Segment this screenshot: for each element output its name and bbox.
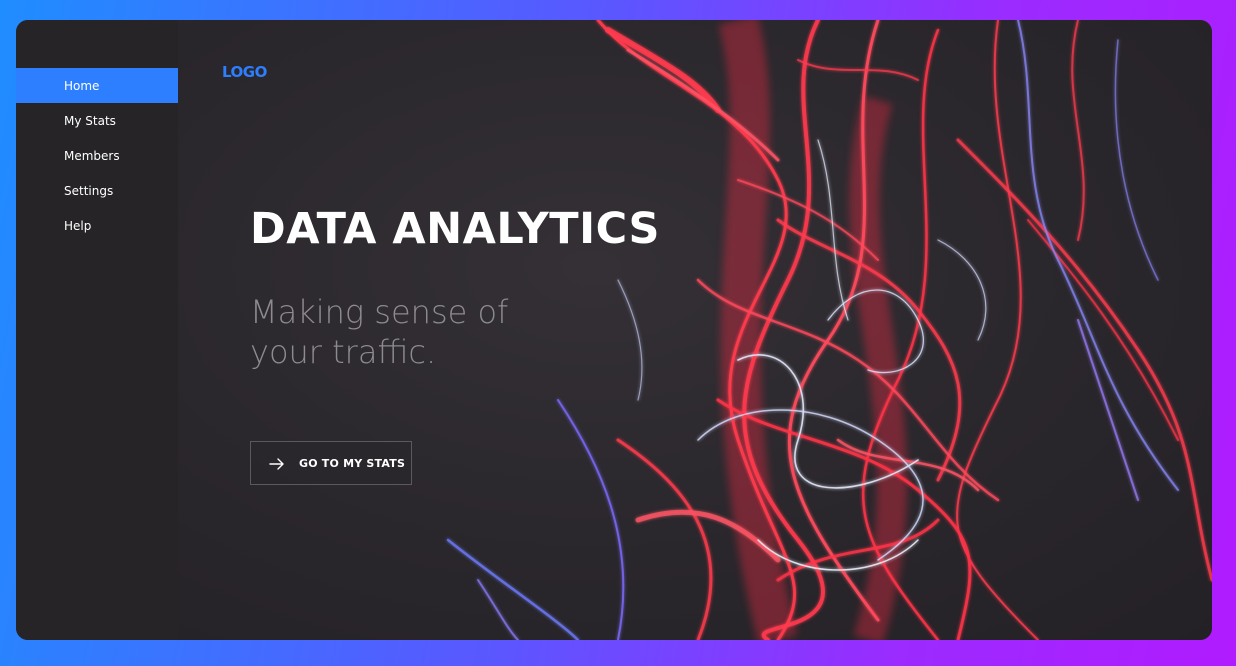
sidebar-item-help[interactable]: Help: [16, 208, 178, 243]
hero-subtitle: Making sense of your traffic.: [250, 292, 580, 372]
sidebar-item-my-stats[interactable]: My Stats: [16, 103, 178, 138]
logo[interactable]: LOGO: [222, 63, 267, 81]
cta-label: GO TO MY STATS: [299, 456, 406, 470]
go-to-my-stats-button[interactable]: GO TO MY STATS: [250, 441, 412, 485]
hero-subtitle-line-1: Making sense of: [250, 293, 509, 331]
sidebar-nav: Home My Stats Members Settings Help: [16, 68, 178, 243]
sidebar-item-label: My Stats: [64, 113, 116, 128]
arrow-right-icon: [269, 455, 285, 471]
hero-subtitle-line-2: your traffic.: [250, 333, 437, 371]
sidebar-item-label: Members: [64, 148, 120, 163]
page-title: DATA ANALYTICS: [250, 204, 660, 254]
hero-section: LOGO DATA ANALYTICS Making sense of your…: [178, 20, 1212, 640]
sidebar-item-label: Settings: [64, 183, 114, 198]
sidebar-item-label: Home: [64, 78, 100, 93]
sidebar-item-label: Help: [64, 218, 92, 233]
sidebar: Home My Stats Members Settings Help: [16, 20, 178, 640]
sidebar-item-home[interactable]: Home: [16, 68, 178, 103]
sidebar-item-settings[interactable]: Settings: [16, 173, 178, 208]
app-window: Home My Stats Members Settings Help LOGO…: [16, 20, 1212, 640]
sidebar-item-members[interactable]: Members: [16, 138, 178, 173]
